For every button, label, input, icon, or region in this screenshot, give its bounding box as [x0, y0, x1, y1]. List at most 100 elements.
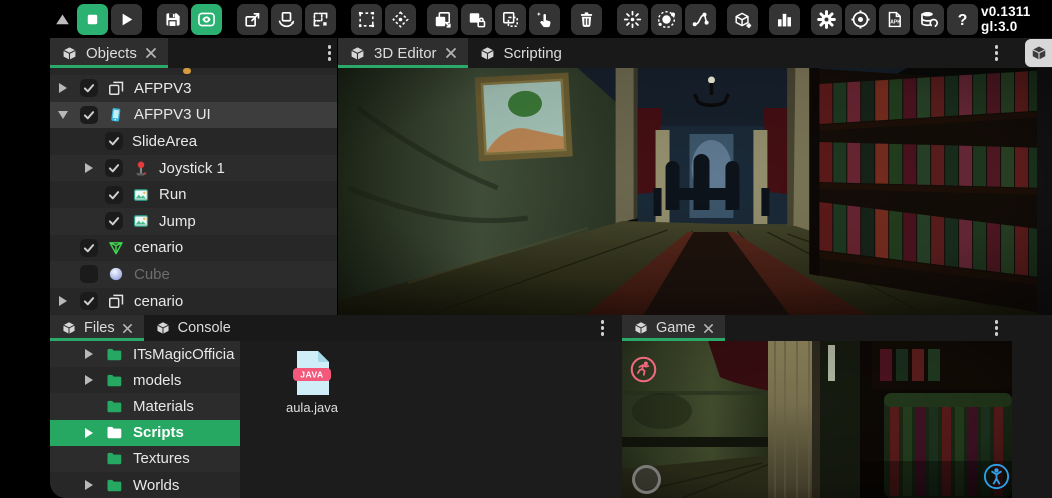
- compass-button[interactable]: [845, 4, 876, 35]
- visibility-checkbox[interactable]: [105, 212, 123, 230]
- close-tab-icon[interactable]: [703, 323, 714, 334]
- expand-arrow-icon[interactable]: [84, 375, 94, 385]
- eye-icon: [196, 9, 217, 30]
- visibility-checkbox[interactable]: [80, 106, 98, 124]
- settings-button[interactable]: [811, 4, 842, 35]
- expand-arrow-icon[interactable]: [58, 83, 68, 93]
- node-path-button[interactable]: [685, 4, 716, 35]
- save-icon: [162, 9, 183, 30]
- accessibility-button[interactable]: [983, 463, 1010, 490]
- folder-icon: [106, 347, 123, 362]
- close-tab-icon[interactable]: [445, 47, 457, 59]
- files-menu-button[interactable]: [595, 315, 611, 341]
- visibility-checkbox[interactable]: [105, 132, 123, 150]
- duplicate-lock-button[interactable]: [461, 4, 492, 35]
- duplicate-button[interactable]: [427, 4, 458, 35]
- close-tab-icon[interactable]: [145, 47, 157, 59]
- object-row[interactable]: Jump: [50, 208, 337, 235]
- engine-version-label: v0.1311 gl:3.0: [981, 4, 1042, 34]
- tab-scripting[interactable]: Scripting: [468, 38, 573, 68]
- editor-tabbar: 3D Editor Scripting: [338, 38, 1052, 68]
- visibility-checkbox-unchecked[interactable]: [80, 265, 98, 283]
- apk-export-button[interactable]: APK: [879, 4, 910, 35]
- stats-button[interactable]: [769, 4, 800, 35]
- file-item[interactable]: JAVA aula.java: [276, 349, 348, 415]
- play-button[interactable]: [111, 4, 142, 35]
- rotate-tool-button[interactable]: [271, 4, 302, 35]
- virtual-joystick[interactable]: [632, 465, 661, 494]
- tab-objects[interactable]: Objects: [50, 38, 168, 68]
- add-object-button[interactable]: [727, 4, 758, 35]
- object-label: Cube: [134, 266, 170, 283]
- tab-game[interactable]: Game: [622, 315, 725, 341]
- object-row[interactable]: AFPPV3: [50, 75, 337, 102]
- scene-3d-render: [338, 68, 1052, 315]
- expand-arrow-icon[interactable]: [84, 428, 94, 438]
- editor-menu-button[interactable]: [989, 38, 1005, 68]
- visibility-checkbox[interactable]: [80, 292, 98, 310]
- expand-arrow-icon[interactable]: [84, 163, 94, 173]
- duplicate-ghost-button[interactable]: [495, 4, 526, 35]
- visibility-checkbox[interactable]: [105, 159, 123, 177]
- object-row[interactable]: SlideArea: [50, 128, 337, 155]
- svg-text:?: ?: [958, 11, 968, 28]
- visibility-checkbox[interactable]: [80, 239, 98, 257]
- flare-icon: [622, 9, 643, 30]
- object-label: cenario: [134, 239, 183, 256]
- collapse-toolbar-button[interactable]: [50, 4, 74, 35]
- data-sync-button[interactable]: [913, 4, 944, 35]
- save-button[interactable]: [157, 4, 188, 35]
- scene-viewport[interactable]: [338, 68, 1052, 315]
- help-button[interactable]: ?: [947, 4, 978, 35]
- folder-label: Materials: [133, 398, 194, 415]
- run-speed-indicator[interactable]: [630, 356, 657, 383]
- scale-tool-button[interactable]: [305, 4, 336, 35]
- folder-row[interactable]: models: [50, 367, 240, 393]
- expand-arrow-icon[interactable]: [84, 349, 94, 359]
- objects-menu-button[interactable]: [322, 38, 338, 68]
- collapsed-panel-button[interactable]: [1025, 39, 1052, 67]
- orbit-button[interactable]: [651, 4, 682, 35]
- tab-files[interactable]: Files: [50, 315, 144, 341]
- objects-tabbar: Objects: [50, 38, 337, 68]
- collapse-arrow-icon[interactable]: [58, 111, 68, 119]
- file-tree: ITsMagicOfficia models Materials Scripts: [50, 341, 240, 498]
- stop-button[interactable]: [77, 4, 108, 35]
- folder-row[interactable]: Textures: [50, 446, 240, 472]
- rect-select-button[interactable]: [351, 4, 382, 35]
- frames-icon: [107, 79, 125, 97]
- close-tab-icon[interactable]: [122, 323, 133, 334]
- image-icon: [132, 186, 150, 204]
- game-menu-button[interactable]: [989, 315, 1005, 341]
- tab-label: 3D Editor: [374, 45, 437, 62]
- question-mark-icon: ?: [952, 9, 973, 30]
- expand-arrow-icon[interactable]: [58, 296, 68, 306]
- panel-box-icon: [633, 320, 649, 336]
- tab-console[interactable]: Console: [144, 315, 242, 341]
- object-row[interactable]: cenario: [50, 235, 337, 262]
- object-row[interactable]: Run: [50, 181, 337, 208]
- panel-box-icon: [349, 45, 366, 62]
- folder-row[interactable]: Worlds: [50, 472, 240, 498]
- panel-box-icon: [479, 45, 496, 62]
- object-row-selected[interactable]: AFPPV3 UI: [50, 102, 337, 129]
- expand-arrow-icon[interactable]: [84, 480, 94, 490]
- folder-row[interactable]: Materials: [50, 393, 240, 419]
- object-row[interactable]: Cube: [50, 261, 337, 288]
- free-transform-button[interactable]: [385, 4, 416, 35]
- panel-box-icon: [155, 320, 171, 336]
- delete-button[interactable]: [571, 4, 602, 35]
- object-label: AFPPV3 UI: [134, 106, 211, 123]
- scene-view-button[interactable]: [191, 4, 222, 35]
- visibility-checkbox[interactable]: [105, 186, 123, 204]
- tab-3d-editor[interactable]: 3D Editor: [338, 38, 468, 68]
- folder-row[interactable]: ITsMagicOfficia: [50, 341, 240, 367]
- object-row[interactable]: cenario: [50, 288, 337, 315]
- visibility-checkbox[interactable]: [80, 79, 98, 97]
- tap-add-button[interactable]: [529, 4, 560, 35]
- folder-row-selected[interactable]: Scripts: [50, 420, 240, 446]
- game-viewport[interactable]: [622, 341, 1012, 498]
- flare-button[interactable]: [617, 4, 648, 35]
- object-row[interactable]: Joystick 1: [50, 155, 337, 182]
- move-tool-button[interactable]: [237, 4, 268, 35]
